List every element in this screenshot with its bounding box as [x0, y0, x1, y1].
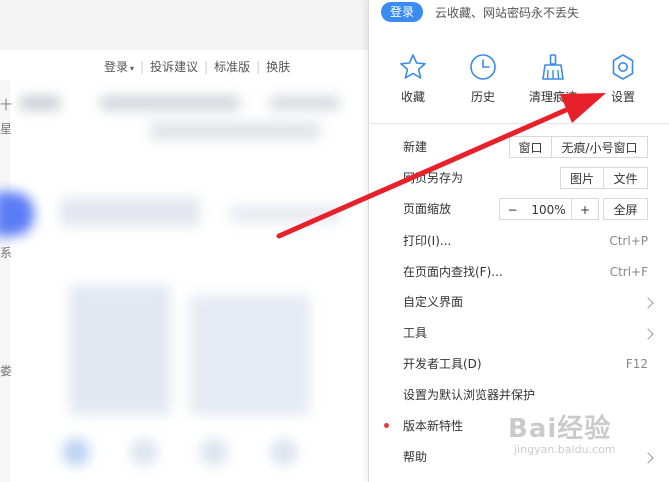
caret-down-icon: ▾	[130, 64, 135, 73]
blurred-block	[60, 198, 200, 226]
bg-skin-link[interactable]: 换肤	[260, 58, 296, 75]
clear-traces-tool[interactable]: 清理痕迹	[518, 52, 588, 105]
save-as-image-button[interactable]: 图片	[560, 167, 604, 189]
new-label: 新建	[403, 140, 428, 154]
clear-traces-label: 清理痕迹	[528, 90, 577, 104]
bg-standard-link[interactable]: 标准版	[208, 58, 256, 75]
help-menu-item[interactable]: 帮助	[403, 447, 427, 467]
chevron-right-icon	[642, 328, 654, 340]
blurred-block	[62, 438, 90, 466]
gear-icon	[612, 54, 634, 80]
zoom-label: 页面缩放	[403, 202, 452, 216]
background-top-links: 登录 ▾ | 投诉建议 | 标准版 | 换肤	[98, 58, 296, 75]
set-default-browser-menu-item[interactable]: 设置为默认浏览器并保护	[403, 385, 535, 405]
fullscreen-button[interactable]: 全屏	[603, 198, 648, 220]
devtools-shortcut: F12	[625, 357, 648, 371]
background-content	[0, 50, 380, 482]
blurred-block	[190, 295, 310, 415]
new-indicator-dot	[384, 423, 389, 428]
print-menu-item[interactable]: 打印(I)...	[403, 231, 451, 251]
quick-tools-row: 收藏 历史 清理痕迹 设置	[369, 52, 669, 108]
clock-icon	[470, 54, 496, 80]
baidu-jingyan-watermark: Bai经验 jingyan.baidu.com	[508, 408, 658, 468]
favorites-label: 收藏	[400, 90, 425, 104]
zoom-in-button[interactable]: +	[571, 198, 599, 220]
blurred-block	[270, 438, 298, 466]
favorites-tool[interactable]: 收藏	[378, 52, 448, 105]
login-tip: 云收藏、网站密码永不丢失	[435, 5, 580, 20]
history-label: 历史	[470, 90, 495, 104]
bg-side-char: 星	[0, 122, 13, 136]
whats-new-menu-item[interactable]: 版本新特性	[403, 416, 463, 436]
save-as-file-button[interactable]: 文件	[603, 167, 648, 189]
menu-divider	[369, 123, 669, 124]
bg-login-link[interactable]: 登录 ▾	[98, 58, 140, 75]
new-private-window-button[interactable]: 无痕/小号窗口	[551, 136, 648, 158]
customize-menu-item[interactable]: 自定义界面	[403, 292, 463, 312]
blurred-block	[230, 205, 340, 223]
blurred-block	[100, 96, 240, 110]
star-icon	[400, 54, 426, 79]
broom-icon	[542, 54, 564, 80]
settings-label: 设置	[610, 90, 635, 104]
login-row: 登录 云收藏、网站密码永不丢失	[381, 0, 579, 24]
blurred-block	[20, 96, 60, 110]
find-shortcut: Ctrl+F	[609, 265, 648, 279]
settings-tool[interactable]: 设置	[588, 52, 658, 105]
bg-side-char: 系	[0, 246, 13, 260]
chevron-right-icon	[642, 297, 654, 309]
bg-side-char: 娄	[0, 364, 13, 378]
history-tool[interactable]: 历史	[448, 52, 518, 105]
bg-feedback-link[interactable]: 投诉建议	[144, 58, 204, 75]
watermark-brand: Bai经验	[508, 414, 612, 444]
bg-side-char: 十	[0, 98, 13, 112]
new-window-button[interactable]: 窗口	[509, 136, 552, 158]
blurred-block	[130, 438, 158, 466]
devtools-menu-item[interactable]: 开发者工具(D)	[403, 354, 482, 374]
background-top-band	[0, 0, 380, 50]
blurred-block	[70, 285, 170, 415]
blurred-block	[150, 122, 320, 140]
tools-menu-item[interactable]: 工具	[403, 323, 427, 343]
login-button[interactable]: 登录	[381, 2, 424, 22]
find-in-page-menu-item[interactable]: 在页面内查找(F)...	[403, 262, 503, 282]
print-shortcut: Ctrl+P	[609, 234, 648, 248]
save-as-label: 网页另存为	[403, 171, 464, 185]
zoom-out-button[interactable]: −	[499, 198, 526, 220]
blurred-block	[270, 96, 340, 110]
watermark-url: jingyan.baidu.com	[514, 443, 616, 456]
zoom-value: 100%	[525, 198, 572, 220]
background-left-strip	[0, 80, 10, 482]
blurred-block	[200, 438, 228, 466]
